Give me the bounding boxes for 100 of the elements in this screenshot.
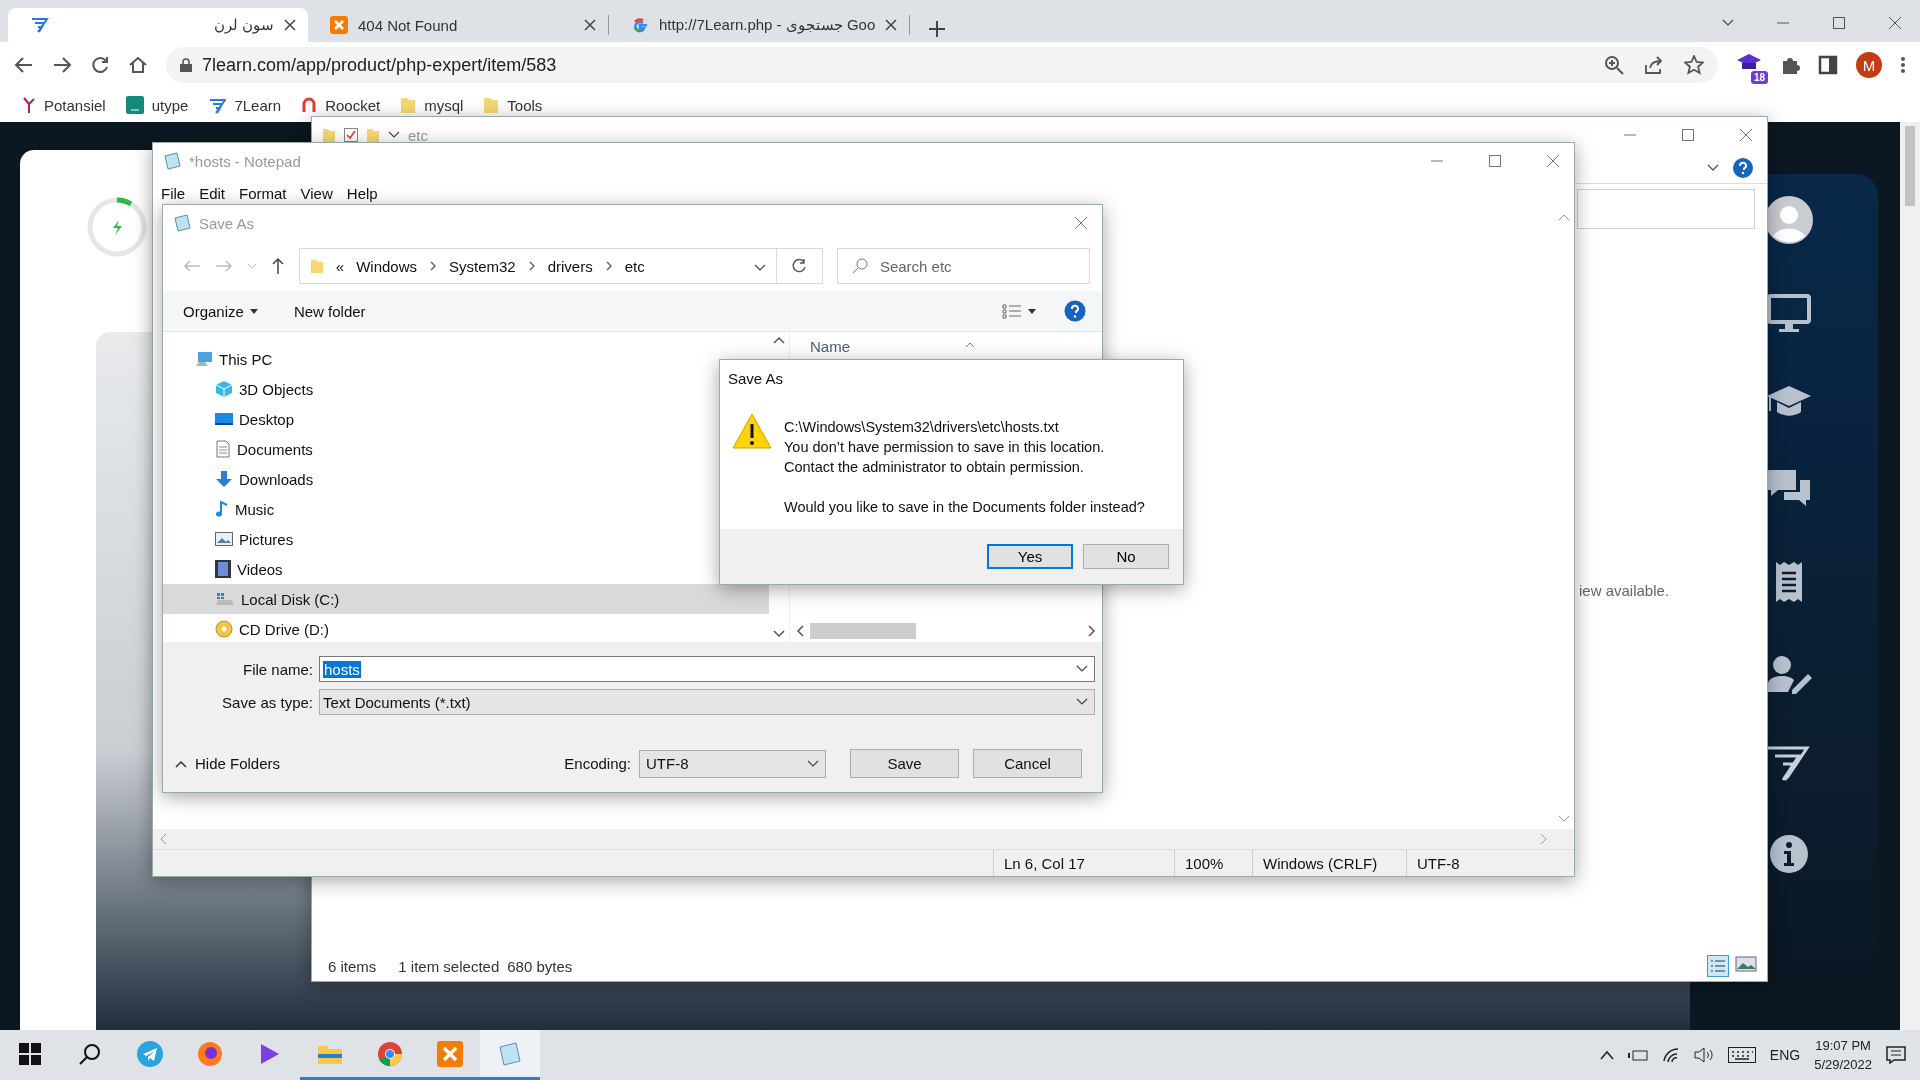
file-name-field[interactable]: hosts bbox=[319, 656, 1095, 682]
breadcrumb-overflow[interactable]: « bbox=[335, 257, 345, 275]
folder-tree-item[interactable]: Videos bbox=[163, 554, 719, 584]
dropdown-icon[interactable] bbox=[1076, 665, 1088, 673]
tab-search-icon[interactable] bbox=[1722, 19, 1734, 27]
refresh-button[interactable] bbox=[777, 248, 823, 284]
close-icon[interactable] bbox=[284, 19, 296, 31]
file-type-dropdown[interactable]: Text Documents (*.txt) bbox=[319, 689, 1095, 715]
maximize-icon[interactable] bbox=[1488, 154, 1502, 168]
column-header[interactable]: Name bbox=[810, 338, 850, 355]
star-icon[interactable] bbox=[1684, 55, 1704, 75]
menu-item[interactable]: Format bbox=[239, 184, 287, 202]
browser-tab[interactable]: سون لرن bbox=[8, 8, 308, 42]
browser-tab[interactable]: http://7Learn.php - جستجوی Goo bbox=[609, 8, 909, 42]
address-bar[interactable]: « Windows System32 drivers etc bbox=[298, 248, 778, 284]
browser-tab[interactable]: 404 Not Found bbox=[308, 8, 608, 42]
help-icon[interactable] bbox=[1064, 300, 1086, 322]
no-button[interactable]: No bbox=[1083, 544, 1169, 569]
close-icon[interactable] bbox=[1739, 128, 1753, 142]
xampp-icon[interactable] bbox=[437, 1040, 463, 1067]
graduation-cap-icon[interactable] bbox=[1765, 384, 1813, 418]
menu-item[interactable]: File bbox=[161, 184, 186, 202]
close-icon[interactable] bbox=[1888, 16, 1902, 30]
folder-tree-item[interactable]: Local Disk (C:) bbox=[163, 584, 769, 614]
scroll-left-icon[interactable] bbox=[796, 625, 804, 637]
volume-icon[interactable] bbox=[1693, 1047, 1714, 1063]
address-bar[interactable]: 7learn.com/app/product/php-expert/item/583 bbox=[166, 47, 1718, 83]
menu-item[interactable]: Help bbox=[346, 184, 378, 202]
bookmark-link[interactable]: Potansiel bbox=[44, 96, 106, 114]
search-field[interactable]: Search etc bbox=[836, 248, 1090, 284]
clock[interactable]: 19:07 PM 5/29/2022 bbox=[1814, 1038, 1872, 1072]
breadcrumb-item[interactable]: Windows bbox=[356, 257, 417, 275]
menu-item[interactable]: View bbox=[300, 184, 333, 202]
monitor-icon[interactable] bbox=[1767, 294, 1811, 334]
keyboard-icon[interactable] bbox=[1727, 1047, 1756, 1063]
thumbnail-view-icon[interactable] bbox=[1735, 955, 1757, 973]
profile-avatar[interactable]: M bbox=[1856, 52, 1882, 78]
help-icon[interactable] bbox=[1733, 158, 1753, 178]
encoding-dropdown[interactable]: UTF-8 bbox=[639, 749, 826, 778]
breadcrumb-item[interactable]: etc bbox=[624, 257, 645, 275]
info-icon[interactable] bbox=[1769, 834, 1809, 874]
breadcrumb-item[interactable]: drivers bbox=[547, 257, 593, 275]
windows-icon[interactable] bbox=[19, 1042, 41, 1065]
cancel-button[interactable]: Cancel bbox=[973, 749, 1082, 778]
folder-tree-item[interactable]: Desktop bbox=[163, 404, 719, 434]
up-arrow-icon[interactable] bbox=[270, 257, 285, 275]
fox-icon[interactable] bbox=[197, 1040, 223, 1067]
search-field[interactable] bbox=[1577, 189, 1755, 229]
close-icon[interactable] bbox=[885, 19, 897, 31]
home-icon[interactable] bbox=[128, 55, 148, 75]
view-options-icon[interactable] bbox=[1002, 303, 1022, 319]
bookmark-link[interactable]: utype bbox=[151, 96, 189, 114]
close-icon[interactable] bbox=[1074, 216, 1088, 230]
share-icon[interactable] bbox=[1644, 55, 1664, 75]
folder-tree-item[interactable]: Pictures bbox=[163, 524, 719, 554]
folder-tree-item[interactable]: Documents bbox=[163, 434, 719, 464]
dropdown-icon[interactable] bbox=[754, 263, 767, 272]
side-panel-icon[interactable] bbox=[1818, 55, 1838, 75]
yes-button[interactable]: Yes bbox=[987, 544, 1073, 569]
puzzle-icon[interactable] bbox=[1780, 55, 1800, 75]
scroll-up-icon[interactable] bbox=[773, 336, 785, 344]
scroll-thumb[interactable] bbox=[810, 623, 916, 639]
battery-icon[interactable] bbox=[1627, 1048, 1648, 1062]
dropdown-icon[interactable] bbox=[388, 131, 400, 139]
wifi-icon[interactable] bbox=[1661, 1047, 1680, 1063]
notepad-icon[interactable] bbox=[497, 1040, 523, 1067]
more-icon[interactable] bbox=[1900, 55, 1906, 75]
forward-icon[interactable] bbox=[52, 55, 72, 75]
hide-folders-button[interactable]: Hide Folders bbox=[175, 755, 281, 772]
search-icon[interactable] bbox=[79, 1042, 101, 1065]
paper-plane-icon[interactable] bbox=[137, 1040, 163, 1067]
breadcrumb-item[interactable]: System32 bbox=[449, 257, 516, 275]
notification-icon[interactable] bbox=[1886, 1046, 1906, 1064]
chevron-up-icon[interactable] bbox=[1599, 1050, 1614, 1060]
back-icon[interactable] bbox=[14, 55, 34, 75]
scroll-down-icon[interactable] bbox=[773, 630, 785, 638]
folder-tree-item[interactable]: This PC bbox=[163, 344, 719, 374]
details-view-icon[interactable] bbox=[1707, 955, 1729, 977]
bookmark-link[interactable]: Roocket bbox=[325, 96, 381, 114]
checkbox-icon[interactable] bbox=[344, 128, 358, 142]
folder-tree-item[interactable]: Music bbox=[163, 494, 719, 524]
menu-item[interactable]: Edit bbox=[199, 184, 226, 202]
bookmark-link[interactable]: Tools bbox=[507, 96, 543, 114]
maximize-icon[interactable] bbox=[1681, 128, 1695, 142]
bookmark-link[interactable]: 7Learn bbox=[234, 96, 282, 114]
scroll-right-icon[interactable] bbox=[1088, 624, 1096, 637]
close-icon[interactable] bbox=[1546, 154, 1560, 168]
caret-down-icon[interactable] bbox=[1028, 308, 1036, 314]
folder-tree-item[interactable]: CD Drive (D:) bbox=[163, 614, 719, 644]
folder-tree-item[interactable]: Downloads bbox=[163, 464, 719, 494]
scrollbar[interactable] bbox=[1900, 122, 1920, 1030]
zoom-in-icon[interactable] bbox=[1604, 55, 1624, 75]
maximize-icon[interactable] bbox=[1832, 16, 1846, 30]
reload-icon[interactable] bbox=[90, 55, 110, 75]
save-button[interactable]: Save bbox=[850, 749, 959, 778]
plus-icon[interactable] bbox=[928, 20, 946, 38]
close-icon[interactable] bbox=[584, 19, 596, 31]
bookmark-link[interactable]: mysql bbox=[424, 96, 464, 114]
chrome-icon[interactable] bbox=[377, 1040, 403, 1067]
organize-menu[interactable]: Organize bbox=[183, 302, 258, 320]
